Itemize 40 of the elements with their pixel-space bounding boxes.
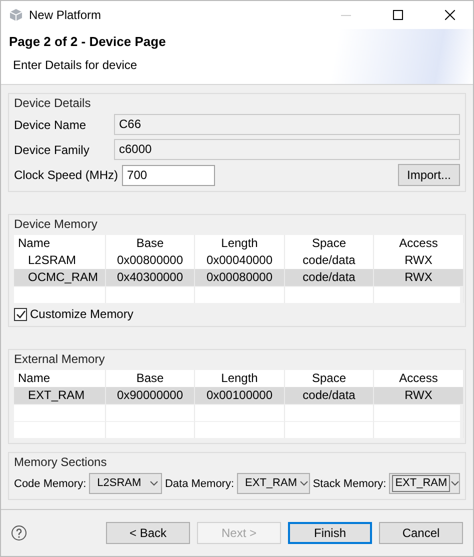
caret-icon [300,481,308,486]
maximize-icon[interactable] [393,10,403,20]
window-title: New Platform [29,8,102,22]
table-cell[interactable]: 0x00080000 [195,269,285,286]
wizard-button[interactable]: Cancel [379,522,463,544]
wizard-button[interactable]: < Back [106,522,190,544]
dropdown[interactable]: L2SRAM [89,473,162,494]
group-title: Memory Sections [14,455,107,469]
table-cell[interactable]: EXT_RAM [14,387,106,404]
table-cell[interactable]: 0x40300000 [106,269,195,286]
table-cell[interactable]: RWX [374,269,464,286]
cube-icon [9,8,23,22]
field-label: Clock Speed (MHz) [14,168,118,182]
group-title: External Memory [14,352,105,366]
page-description: Enter Details for device [12,58,138,72]
checkbox-label[interactable]: Customize Memory [30,307,134,321]
table-cell[interactable]: 0x90000000 [106,387,195,404]
table-cell[interactable]: RWX [374,387,464,404]
group-title: Device Details [14,96,91,110]
table-cell[interactable]: code/data [285,269,374,286]
import-button[interactable]: Import... [398,164,460,186]
caret-icon [150,481,158,486]
field-label: Device Name [14,118,88,132]
dropdown[interactable]: EXT_RAM [237,473,310,494]
wizard-button[interactable]: Finish [288,522,372,544]
table-cell[interactable]: OCMC_RAM [14,269,106,286]
field-label: Device Family [14,142,90,156]
table-cell[interactable]: code/data [285,387,374,404]
help-icon[interactable] [11,525,27,541]
group-title: Device Memory [14,217,98,231]
text-field[interactable]: 700 [122,164,216,186]
select-label: Code Memory: [14,478,86,490]
select-label: Stack Memory: [312,478,386,490]
dropdown[interactable]: EXT_RAM [389,473,460,494]
checkbox[interactable] [14,308,27,320]
caret-icon [450,481,459,486]
select-label: Data Memory: [164,478,234,490]
table-cell[interactable]: 0x00100000 [195,387,285,404]
page-title: Page 2 of 2 - Device Page [9,34,166,49]
close-icon[interactable] [445,10,455,20]
